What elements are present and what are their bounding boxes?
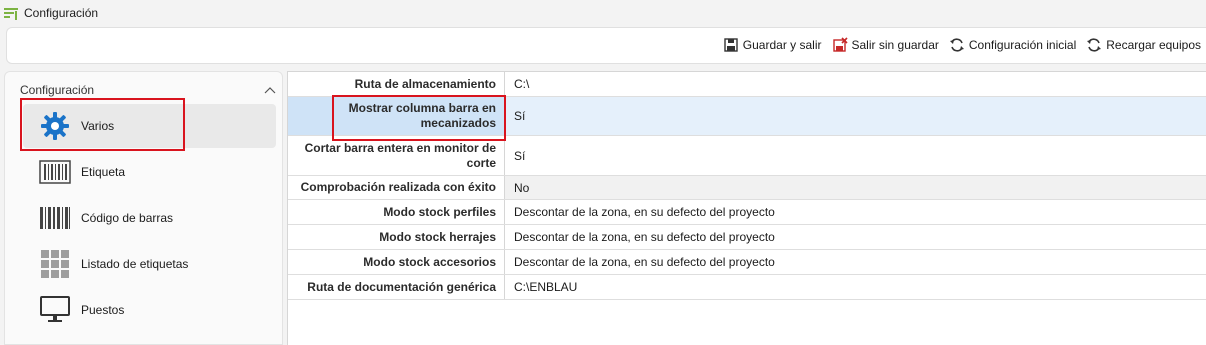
reload-equipment-button[interactable]: Recargar equipos: [1086, 37, 1201, 53]
toolbar: Guardar y salir Salir sin guardar Config…: [6, 27, 1206, 64]
property-value[interactable]: Descontar de la zona, en su defecto del …: [505, 200, 1206, 224]
window-title: Configuración: [24, 6, 99, 20]
label-list-icon: [39, 248, 71, 280]
sidebar-item-label: Listado de etiquetas: [81, 257, 189, 271]
table-row[interactable]: Ruta de almacenamiento C:\: [288, 72, 1206, 97]
discard-save-icon: [832, 37, 848, 52]
sidebar-item-label: Puestos: [81, 303, 125, 317]
sidebar-item-label: Varios: [81, 119, 115, 133]
monitor-icon: [39, 294, 71, 326]
sidebar-header-label: Configuración: [20, 83, 95, 97]
property-grid: Ruta de almacenamiento C:\ Mostrar colum…: [287, 71, 1206, 345]
reload-icon: [1087, 38, 1102, 52]
property-value[interactable]: Sí: [505, 136, 1206, 175]
table-row[interactable]: Modo stock herrajes Descontar de la zona…: [288, 225, 1206, 250]
barcode-icon: [39, 202, 71, 234]
reload-equipment-label: Recargar equipos: [1106, 38, 1201, 52]
initial-config-label: Configuración inicial: [968, 38, 1077, 52]
app-logo-icon: [4, 8, 18, 20]
property-label: Cortar barra entera en monitor de corte: [288, 136, 505, 175]
label-icon: [39, 156, 71, 188]
sidebar-item-label: Etiqueta: [81, 165, 126, 179]
sidebar-header[interactable]: Configuración: [20, 81, 276, 99]
chevron-up-icon[interactable]: [264, 86, 276, 94]
table-row[interactable]: Comprobación realizada con éxito No: [288, 176, 1206, 200]
save-exit-label: Guardar y salir: [742, 38, 822, 52]
property-value[interactable]: Sí: [505, 97, 1206, 135]
title-bar: Configuración: [0, 0, 1206, 26]
exit-without-saving-button[interactable]: Salir sin guardar: [832, 37, 939, 53]
property-value[interactable]: C:\: [505, 72, 1206, 96]
property-value[interactable]: Descontar de la zona, en su defecto del …: [505, 225, 1206, 249]
table-row[interactable]: Modo stock perfiles Descontar de la zona…: [288, 200, 1206, 225]
exit-without-saving-label: Salir sin guardar: [851, 38, 939, 52]
save-exit-button[interactable]: Guardar y salir: [723, 37, 822, 53]
save-icon: [724, 38, 738, 52]
property-label: Mostrar columna barra en mecanizados: [288, 97, 505, 135]
table-row[interactable]: Ruta de documentación genérica C:\ENBLAU: [288, 275, 1206, 300]
sidebar-item-varios[interactable]: Varios: [23, 104, 276, 148]
table-row[interactable]: Cortar barra entera en monitor de corte …: [288, 136, 1206, 176]
property-value[interactable]: No: [505, 176, 1206, 199]
sidebar-item-puestos[interactable]: Puestos: [23, 288, 276, 332]
sidebar-item-codigo-barras[interactable]: Código de barras: [23, 196, 276, 240]
property-label: Modo stock herrajes: [288, 225, 505, 249]
property-label: Ruta de documentación genérica: [288, 275, 505, 299]
sidebar-item-etiqueta[interactable]: Etiqueta: [23, 150, 276, 194]
property-label: Comprobación realizada con éxito: [288, 176, 505, 199]
property-value[interactable]: C:\ENBLAU: [505, 275, 1206, 299]
sidebar-item-listado-etiquetas[interactable]: Listado de etiquetas: [23, 242, 276, 286]
gear-icon: [39, 110, 71, 142]
refresh-icon: [949, 38, 964, 52]
property-label: Modo stock accesorios: [288, 250, 505, 274]
sidebar: Configuración Varios Etiqueta Código de …: [4, 71, 283, 345]
initial-config-button[interactable]: Configuración inicial: [949, 37, 1076, 53]
sidebar-item-label: Código de barras: [81, 211, 174, 225]
property-label: Modo stock perfiles: [288, 200, 505, 224]
property-label: Ruta de almacenamiento: [288, 72, 505, 96]
table-row[interactable]: Modo stock accesorios Descontar de la zo…: [288, 250, 1206, 275]
table-row[interactable]: Mostrar columna barra en mecanizados Sí: [288, 97, 1206, 136]
property-value[interactable]: Descontar de la zona, en su defecto del …: [505, 250, 1206, 274]
